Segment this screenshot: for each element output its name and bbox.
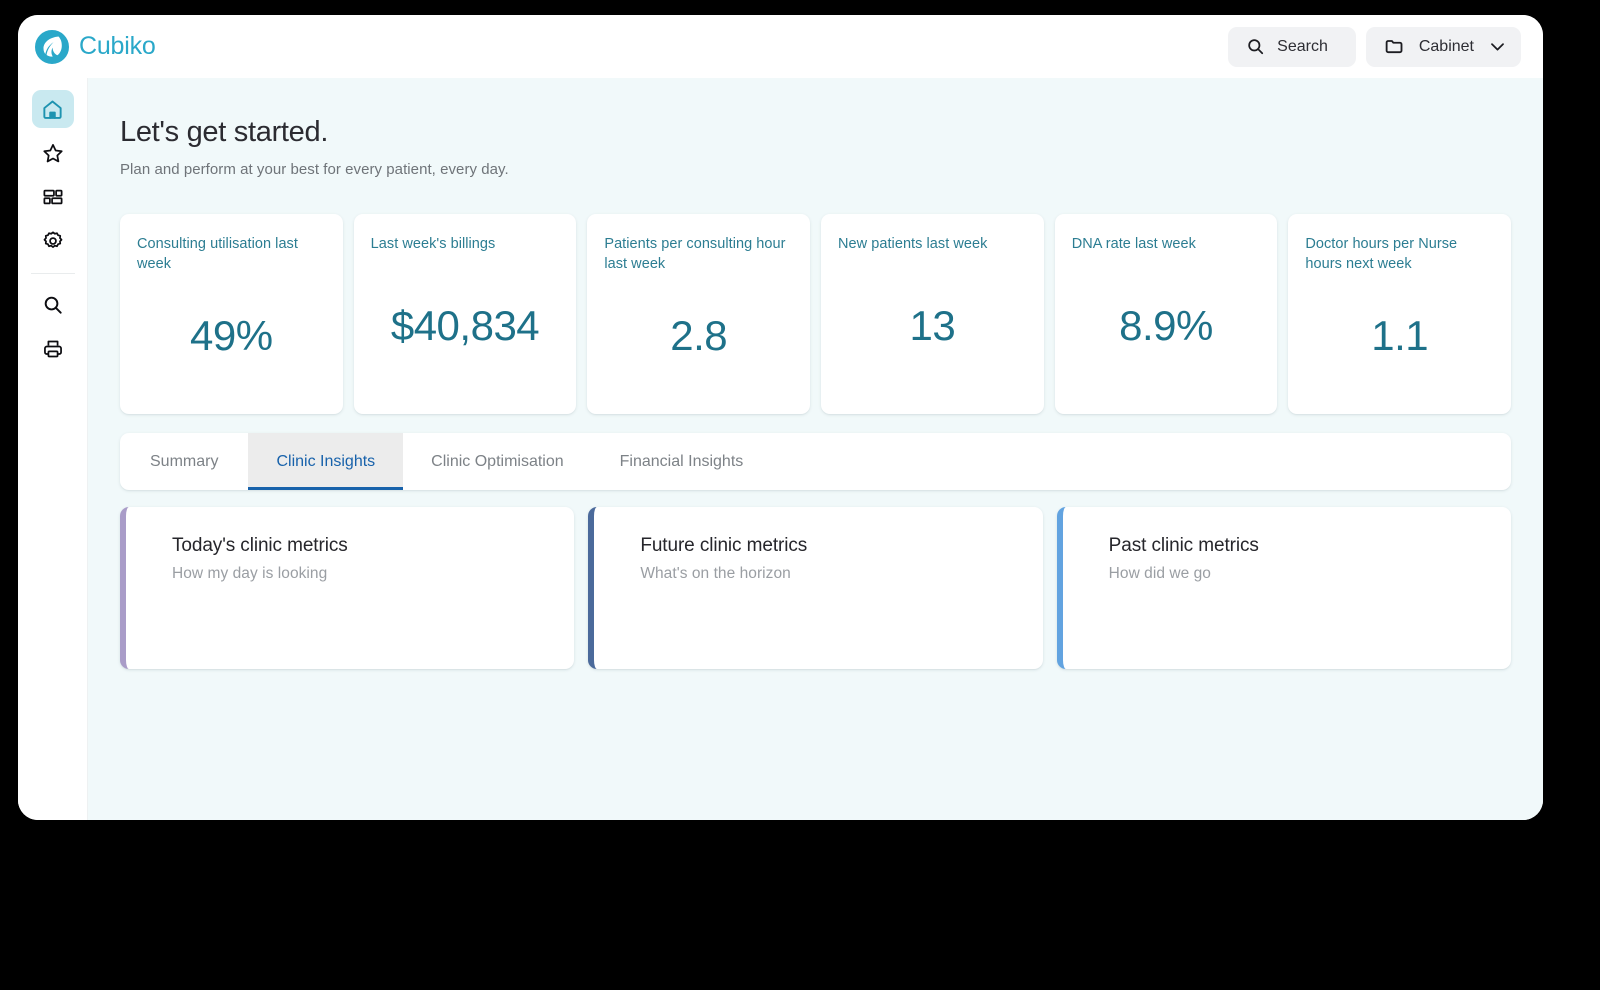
sidebar-item-home[interactable]	[31, 90, 74, 128]
home-icon	[41, 98, 64, 121]
tab-label: Financial Insights	[619, 452, 744, 470]
tab-bar: Summary Clinic Insights Clinic Optimisat…	[120, 433, 1511, 490]
kpi-card[interactable]: Consulting utilisation last week 49%	[120, 214, 343, 414]
insight-card-title: Today's clinic metrics	[172, 535, 348, 556]
cabinet-label: Cabinet	[1418, 37, 1474, 55]
search-icon	[42, 294, 64, 316]
kpi-value: 49%	[190, 312, 273, 359]
insight-card-subtitle: How my day is looking	[172, 565, 328, 582]
search-button[interactable]: Search	[1228, 26, 1356, 67]
layout-grid-icon	[42, 186, 64, 208]
kpi-card[interactable]: Doctor hours per Nurse hours next week 1…	[1288, 214, 1512, 414]
kpi-value-wrap: $40,834	[371, 254, 560, 398]
page-title: Let's get started.	[120, 116, 329, 148]
search-icon	[1246, 37, 1265, 56]
kpi-card[interactable]: New patients last week 13	[821, 214, 1044, 414]
kpi-value: 8.9%	[1119, 302, 1213, 349]
insight-card-today[interactable]: Today's clinic metrics How my day is loo…	[120, 507, 575, 669]
tab-financial-insights[interactable]: Financial Insights	[592, 433, 772, 490]
tab-summary[interactable]: Summary	[120, 433, 248, 490]
kpi-title: New patients last week	[838, 236, 988, 252]
main-content: Let's get started. Plan and perform at y…	[88, 78, 1543, 820]
app-window: Cubiko Search Cabinet Let's get started.…	[18, 15, 1543, 820]
chevron-down-icon	[1488, 37, 1507, 56]
sidebar-item-favourites[interactable]	[32, 134, 74, 172]
kpi-value-wrap: 13	[838, 254, 1027, 398]
kpi-title: DNA rate last week	[1071, 236, 1196, 252]
kpi-title: Last week's billings	[370, 236, 496, 252]
kpi-value-wrap: 8.9%	[1072, 254, 1261, 398]
insight-card-future[interactable]: Future clinic metrics What's on the hori…	[588, 507, 1043, 669]
kpi-value: 2.8	[670, 312, 728, 359]
insight-card-subtitle: What's on the horizon	[640, 565, 791, 582]
insight-card-row: Today's clinic metrics How my day is loo…	[120, 507, 1511, 669]
kpi-card[interactable]: Patients per consulting hour last week 2…	[587, 214, 811, 414]
insight-card-title: Past clinic metrics	[1108, 535, 1259, 556]
kpi-card[interactable]: DNA rate last week 8.9%	[1054, 214, 1278, 414]
insight-card-subtitle: How did we go	[1108, 565, 1211, 582]
topbar-actions: Search Cabinet	[1228, 26, 1521, 67]
kpi-title: Doctor hours per Nurse hours next week	[1305, 236, 1458, 272]
sidebar-item-search[interactable]	[32, 286, 74, 324]
top-bar: Cubiko Search Cabinet	[18, 15, 1543, 78]
sidebar-item-dashboards[interactable]	[32, 178, 74, 216]
sidebar-item-settings[interactable]	[32, 222, 74, 260]
kpi-title: Patients per consulting hour last week	[604, 236, 786, 272]
gear-icon	[42, 230, 64, 252]
sidebar-item-print[interactable]	[32, 330, 74, 368]
sidebar	[18, 78, 88, 820]
folder-icon	[1384, 36, 1405, 57]
tab-clinic-optimisation[interactable]: Clinic Optimisation	[403, 433, 591, 490]
star-icon	[42, 142, 64, 164]
kpi-value: $40,834	[390, 302, 540, 349]
window-body: Let's get started. Plan and perform at y…	[18, 78, 1543, 820]
page-subtitle: Plan and perform at your best for every …	[120, 161, 509, 178]
tab-label: Clinic Insights	[276, 452, 376, 470]
tab-label: Summary	[150, 452, 219, 470]
tab-clinic-insights[interactable]: Clinic Insights	[248, 433, 404, 490]
brand-name: Cubiko	[79, 32, 156, 60]
kpi-value: 13	[909, 302, 956, 349]
cubiko-leaf-circle-logo-icon	[34, 29, 70, 65]
kpi-value: 1.1	[1371, 312, 1429, 359]
search-button-label: Search	[1277, 37, 1328, 55]
kpi-value-wrap: 49%	[137, 274, 326, 398]
cabinet-dropdown[interactable]: Cabinet	[1365, 26, 1521, 67]
brand-logo[interactable]: Cubiko	[34, 29, 156, 65]
printer-icon	[42, 338, 64, 360]
kpi-card[interactable]: Last week's billings $40,834	[353, 214, 577, 414]
insight-card-title: Future clinic metrics	[640, 535, 808, 556]
kpi-title: Consulting utilisation last week	[137, 236, 298, 272]
tab-label: Clinic Optimisation	[431, 452, 564, 470]
kpi-card-row: Consulting utilisation last week 49% Las…	[120, 214, 1512, 414]
kpi-value-wrap: 2.8	[604, 274, 793, 398]
kpi-value-wrap: 1.1	[1305, 274, 1494, 398]
insight-card-past[interactable]: Past clinic metrics How did we go	[1056, 507, 1511, 669]
sidebar-divider	[30, 273, 75, 274]
